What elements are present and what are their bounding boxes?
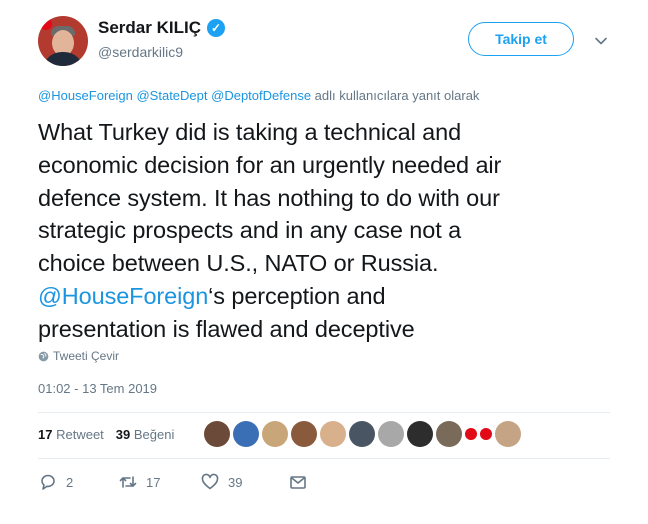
like-count: 39 — [228, 474, 243, 490]
translate-label[interactable]: Tweeti Çevir — [53, 349, 119, 363]
tweet-line: @HouseForeign‘s perception and — [38, 280, 628, 313]
liker-avatar[interactable] — [262, 421, 288, 447]
reply-mention-houseforeign[interactable]: @HouseForeign — [38, 88, 133, 103]
tweet-line: What Turkey did is taking a technical an… — [38, 119, 462, 145]
author-name-row: Serdar KILIÇ ✓ — [98, 18, 225, 38]
liker-avatar[interactable] — [378, 421, 404, 447]
liker-avatar[interactable] — [465, 428, 477, 440]
retweet-stat-count: 17 — [38, 427, 53, 442]
like-button[interactable]: 39 — [200, 472, 288, 492]
tweet-line: choice between U.S., NATO or Russia. — [38, 250, 439, 277]
divider — [38, 458, 610, 459]
liker-avatar[interactable] — [204, 421, 230, 447]
retweet-stat[interactable]: 17 Retweet — [38, 427, 104, 442]
author-avatar[interactable] — [38, 16, 88, 66]
reply-icon — [41, 474, 55, 490]
globe-icon — [38, 351, 49, 361]
tweet-mention-tail: ‘s perception and — [208, 282, 386, 309]
engagement-stats: 17 Retweet 39 Beğeni — [38, 427, 174, 442]
avatar-flag — [40, 18, 52, 30]
translate-tweet-link[interactable]: Tweeti Çevir — [38, 349, 119, 363]
tweet-timestamp[interactable]: 01:02 - 13 Tem 2019 — [38, 381, 157, 396]
like-stat-label: Beğeni — [133, 427, 175, 442]
liker-avatar[interactable] — [436, 421, 462, 447]
tweet-line: strategic prospects and in any case not … — [38, 217, 462, 244]
liker-avatar[interactable] — [291, 421, 317, 447]
envelope-icon — [290, 476, 306, 489]
liker-avatar[interactable] — [320, 421, 346, 447]
reply-mention-statedept[interactable]: @StateDept — [136, 88, 207, 103]
liker-avatar[interactable] — [407, 421, 433, 447]
chevron-down-icon[interactable] — [594, 34, 608, 48]
follow-button[interactable]: Takip et — [468, 22, 574, 56]
like-stat-count: 39 — [115, 427, 131, 442]
reply-count: 2 — [66, 474, 74, 490]
direct-message-button[interactable] — [288, 472, 308, 492]
reply-suffix: adlı kullanıcılara yanıt olarak — [314, 88, 480, 103]
retweet-icon — [119, 476, 137, 488]
heart-icon — [201, 473, 219, 490]
divider — [38, 412, 610, 413]
tweet-text: What Turkey did is taking a technical an… — [38, 116, 628, 346]
retweet-count: 17 — [146, 474, 161, 490]
reply-mention-deptofdefense[interactable]: @DeptofDefense — [211, 88, 311, 103]
verified-badge-icon: ✓ — [206, 19, 225, 37]
retweet-stat-label: Retweet — [56, 427, 104, 442]
author-name[interactable]: Serdar KILIÇ — [98, 18, 201, 38]
tweet-mention-houseforeign[interactable]: @HouseForeign — [38, 283, 208, 309]
like-stat[interactable]: 39 Beğeni — [116, 427, 175, 442]
author-handle[interactable]: @serdarkilic9 — [98, 44, 183, 60]
reply-button[interactable]: 2 — [38, 472, 118, 492]
reply-context: @HouseForeign @StateDept @DeptofDefense … — [38, 88, 479, 103]
liker-avatars — [204, 421, 521, 447]
tweet-line: economic decision for an urgently needed… — [38, 151, 502, 178]
tweet-actions: 2 17 39 — [38, 472, 308, 492]
tweet-line: defence system. It has nothing to do wit… — [38, 184, 500, 211]
liker-avatar[interactable] — [480, 428, 492, 440]
liker-avatar[interactable] — [233, 421, 259, 447]
liker-avatar[interactable] — [349, 421, 375, 447]
avatar-suit — [42, 52, 84, 66]
liker-avatar[interactable] — [495, 421, 521, 447]
tweet-line: presentation is flawed and deceptive — [38, 315, 415, 342]
retweet-button[interactable]: 17 — [118, 472, 200, 492]
